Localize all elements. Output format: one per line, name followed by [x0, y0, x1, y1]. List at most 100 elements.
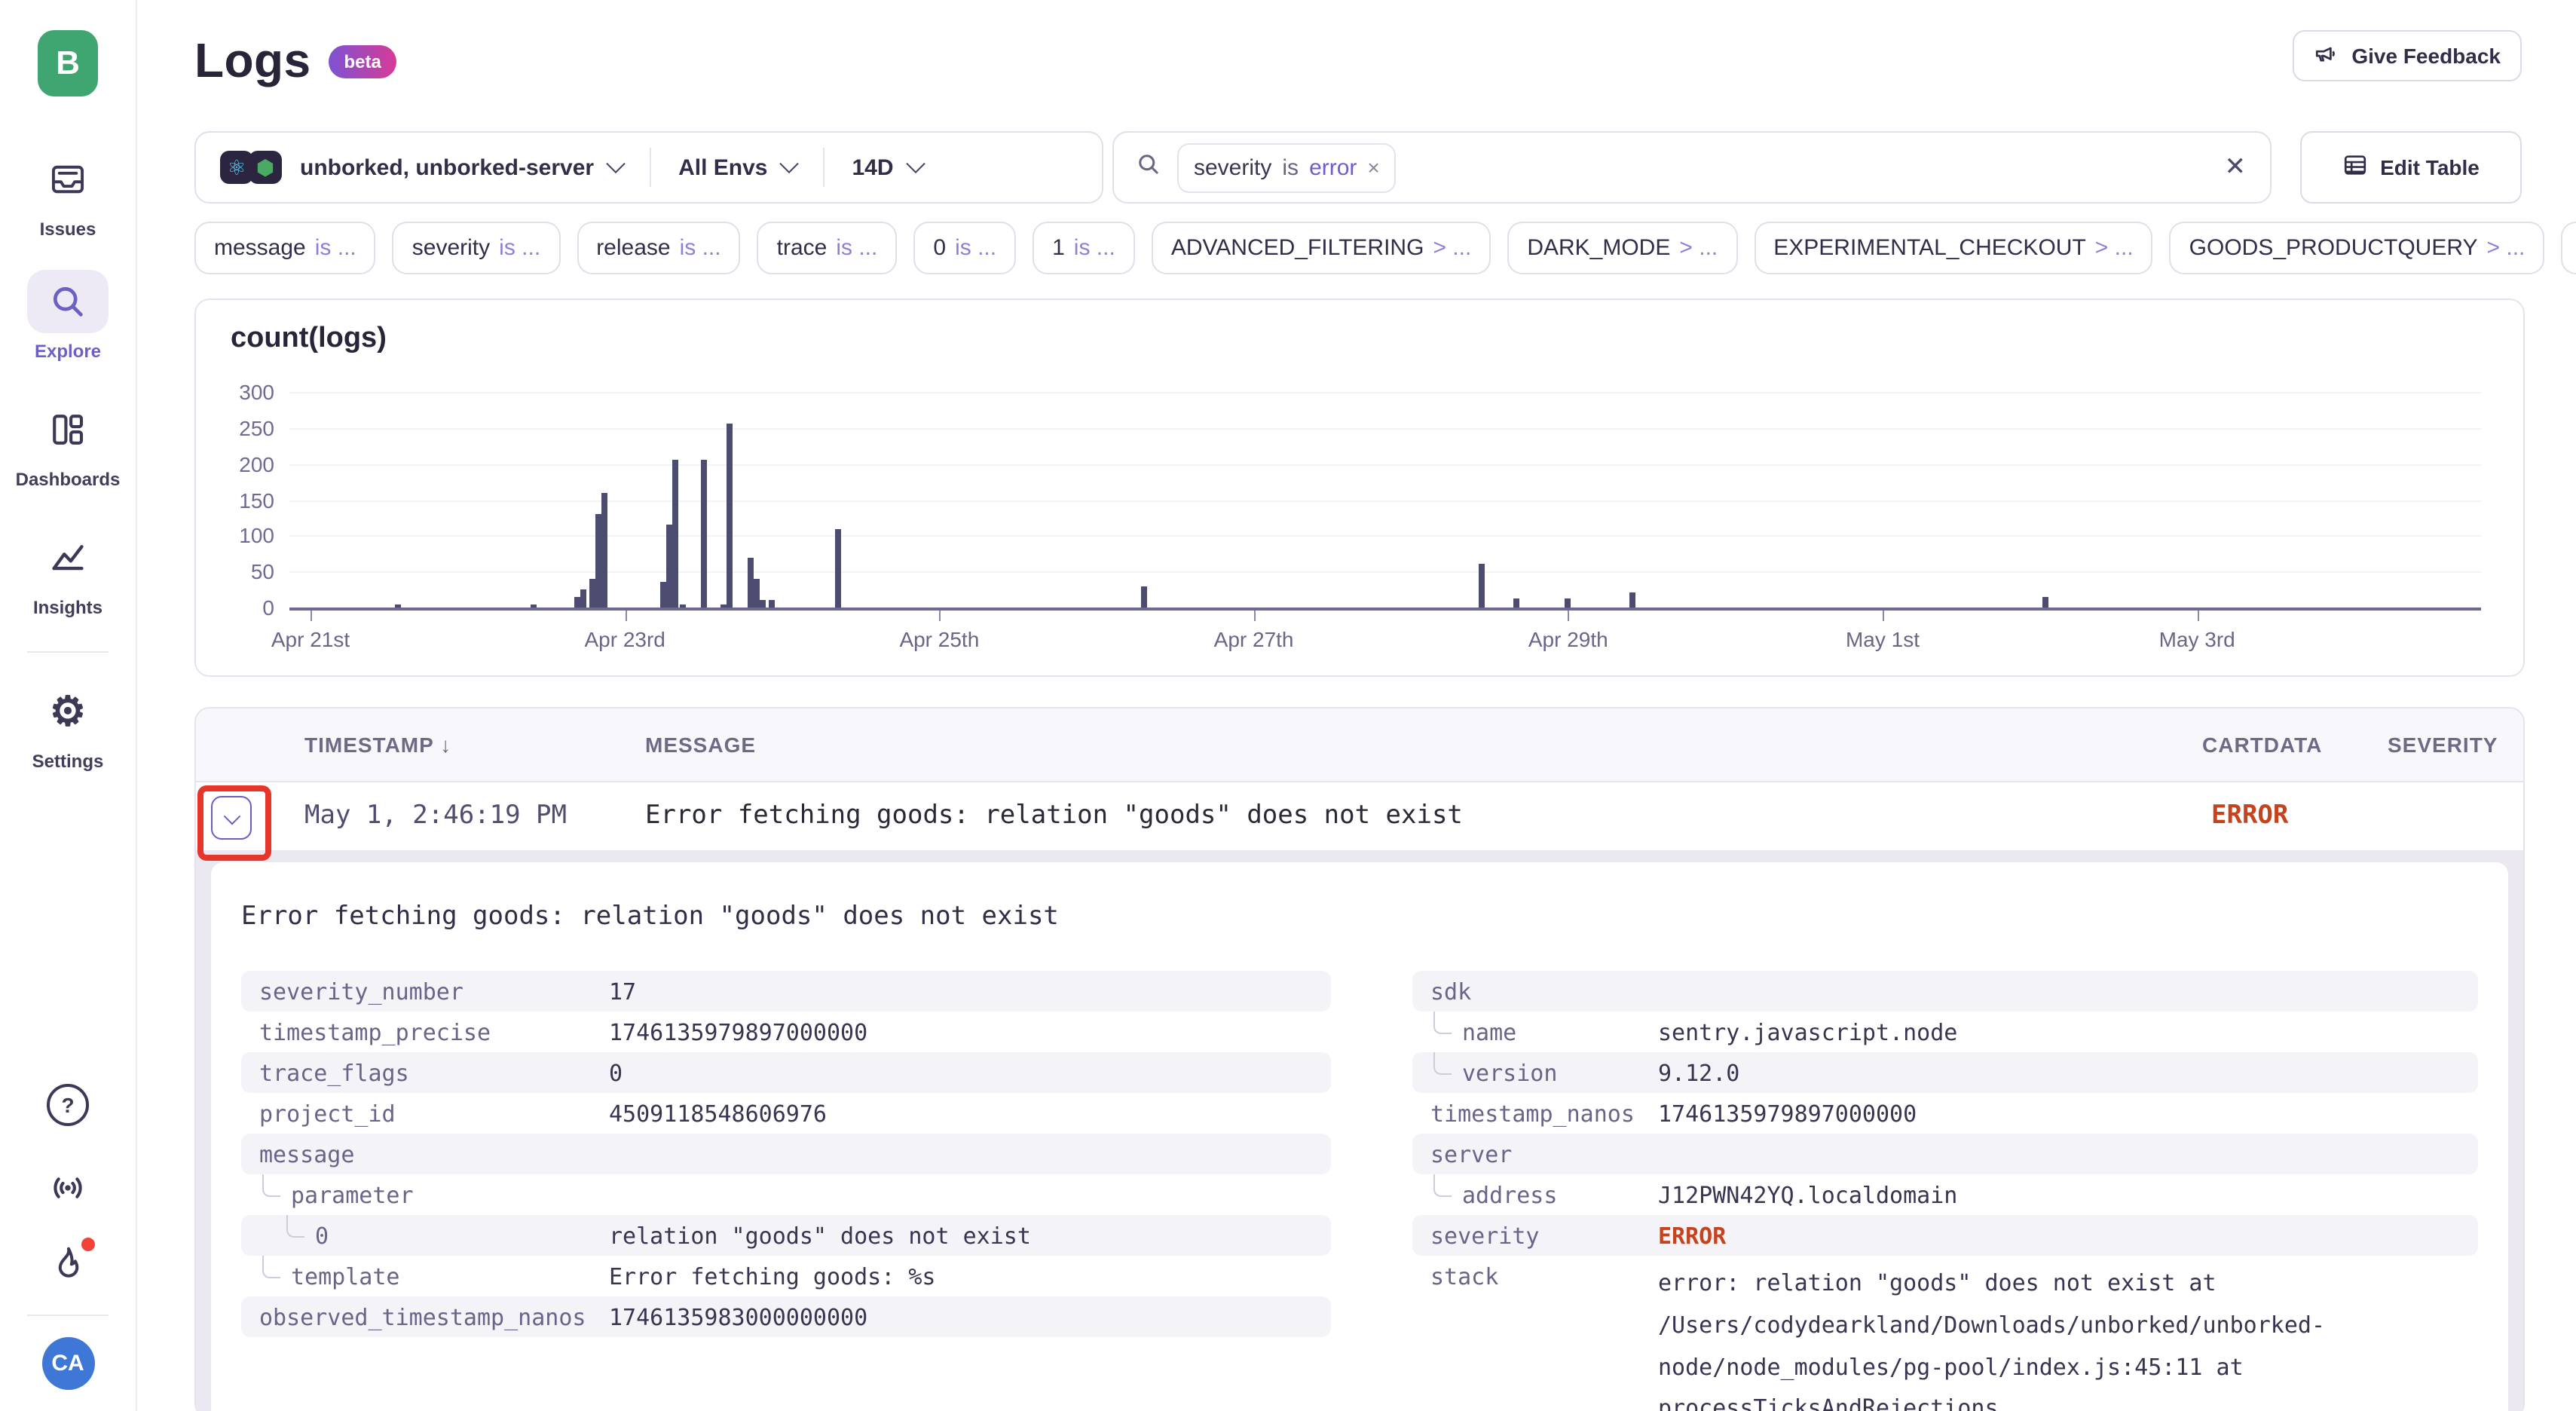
sidebar-item-issues[interactable]: Issues: [27, 148, 109, 240]
filter-chip[interactable]: ADVANCED_FILTERING> ...: [1152, 222, 1491, 274]
field-row-parameter: parameter: [241, 1174, 1331, 1215]
give-feedback-button[interactable]: Give Feedback: [2293, 30, 2522, 81]
y-axis-label: 0: [208, 595, 274, 620]
y-axis-label: 300: [208, 380, 274, 404]
column-header-cartdata[interactable]: CARTDATA: [2202, 733, 2322, 757]
sidebar-item-label: Dashboards: [16, 469, 121, 490]
log-count-bar[interactable]: [595, 514, 601, 608]
log-count-bar[interactable]: [581, 589, 587, 608]
flame-icon: [47, 1244, 88, 1284]
filter-chip[interactable]: EXPERIMENTAL_CHECKOUT> ...: [1754, 222, 2152, 274]
x-axis-tick: [939, 611, 941, 621]
log-count-bar[interactable]: [768, 600, 774, 608]
beta-badge: beta: [329, 44, 396, 78]
field-value: 1746135979897000000: [609, 1018, 867, 1045]
x-axis-label: May 3rd: [2114, 627, 2280, 651]
log-count-bar[interactable]: [1479, 565, 1485, 608]
search-input[interactable]: severity is error × ✕: [1112, 131, 2272, 204]
clear-search-icon[interactable]: ✕: [2225, 152, 2247, 182]
y-axis-label: 200: [208, 451, 274, 476]
sidebar: B Issues Explore: [0, 0, 137, 1411]
react-platform-icon: ⚛: [220, 151, 253, 184]
filter-chip[interactable]: 1is ...: [1033, 222, 1135, 274]
environment-selector[interactable]: All Envs: [678, 155, 767, 180]
column-header-message[interactable]: MESSAGE: [645, 733, 756, 757]
field-key: stack: [1430, 1263, 1498, 1290]
log-count-bar[interactable]: [2043, 597, 2049, 608]
sidebar-item-settings[interactable]: ⚙ Settings: [27, 680, 109, 772]
search-filter-token[interactable]: severity is error ×: [1177, 142, 1397, 192]
tree-connector-icon: [1433, 1174, 1452, 1197]
tree-connector-icon: [262, 1256, 280, 1278]
log-count-bar[interactable]: [396, 604, 402, 608]
log-count-bar[interactable]: [721, 604, 727, 608]
column-header-timestamp[interactable]: TIMESTAMP ↓: [304, 733, 451, 757]
field-key: server: [1430, 1140, 1512, 1168]
filter-chip[interactable]: releaseis ...: [577, 222, 740, 274]
trend-chart-icon: [27, 526, 109, 589]
field-key: severity: [1430, 1222, 1540, 1249]
log-detail-card: Error fetching goods: relation "goods" d…: [211, 862, 2508, 1411]
filter-chip[interactable]: severityis ...: [393, 222, 560, 274]
log-count-bar[interactable]: [666, 525, 672, 608]
filter-chip[interactable]: DARK_MODE> ...: [1507, 222, 1737, 274]
edit-table-button[interactable]: Edit Table: [2300, 131, 2522, 204]
dashboard-grid-icon: [27, 398, 109, 461]
field-value: 17: [609, 978, 636, 1005]
log-count-bar[interactable]: [754, 579, 760, 608]
tree-connector-icon: [262, 1174, 280, 1197]
field-key: timestamp_nanos: [1430, 1100, 1635, 1127]
user-avatar[interactable]: CA: [41, 1337, 94, 1390]
x-axis-tick: [311, 611, 312, 621]
remove-token-icon[interactable]: ×: [1367, 155, 1379, 179]
logs-table: TIMESTAMP ↓ MESSAGE CARTDATA SEVERITY Ma…: [194, 707, 2525, 1411]
help-button[interactable]: ?: [47, 1084, 89, 1126]
table-icon: [2342, 152, 2368, 182]
detail-fields-right: sdknamesentry.javascript.nodeversion9.12…: [1412, 971, 2478, 1411]
filter-chip[interactable]: GOODS_PRODUCTQUERY> ...: [2170, 222, 2545, 274]
expand-row-button[interactable]: [211, 796, 252, 840]
sidebar-item-explore[interactable]: Explore: [27, 270, 109, 362]
log-count-bar[interactable]: [680, 604, 686, 608]
y-axis-label: 50: [208, 559, 274, 583]
log-count-bar[interactable]: [659, 583, 665, 608]
see-full-list-button[interactable]: See full list: [2561, 222, 2576, 274]
log-count-bar[interactable]: [1513, 599, 1519, 608]
whats-new-button[interactable]: [47, 1244, 88, 1284]
broadcast-button[interactable]: [47, 1168, 89, 1207]
project-selector[interactable]: unborked, unborked-server: [300, 155, 594, 180]
log-count-bar[interactable]: [601, 492, 607, 608]
sidebar-item-dashboards[interactable]: Dashboards: [16, 398, 121, 490]
log-count-bar[interactable]: [836, 528, 842, 608]
filter-chip[interactable]: 0is ...: [913, 222, 1016, 274]
log-count-bar[interactable]: [575, 597, 581, 608]
log-count-bar[interactable]: [672, 461, 678, 608]
filter-chip[interactable]: traceis ...: [757, 222, 898, 274]
saved-filter-chips: messageis ... severityis ... releaseis ...…: [194, 222, 2576, 271]
log-count-bar[interactable]: [701, 461, 707, 608]
sort-desc-icon: ↓: [440, 733, 451, 757]
log-count-bar[interactable]: [589, 579, 595, 608]
log-count-bar[interactable]: [760, 600, 766, 608]
filter-chip[interactable]: messageis ...: [194, 222, 376, 274]
log-count-bar[interactable]: [748, 557, 754, 608]
field-key: sdk: [1430, 978, 1471, 1005]
log-count-bar[interactable]: [1629, 593, 1635, 608]
page-filter-bar: ⚛ ⬢ unborked, unborked-server All Envs 1…: [194, 131, 1103, 204]
x-axis-tick: [2197, 611, 2198, 621]
chart-plot[interactable]: 050100150200250300Apr 21stApr 23rdApr 25…: [196, 300, 2523, 675]
log-count-bar[interactable]: [1141, 586, 1147, 608]
sidebar-item-insights[interactable]: Insights: [27, 526, 109, 618]
field-row-severity_number: severity_number17: [241, 971, 1331, 1012]
sidebar-item-label: Settings: [32, 751, 104, 772]
log-table-row[interactable]: May 1, 2:46:19 PM Error fetching goods: …: [196, 782, 2523, 853]
column-header-severity[interactable]: SEVERITY: [2388, 733, 2498, 757]
gridline: [289, 428, 2481, 430]
log-count-bar[interactable]: [531, 604, 537, 608]
field-row-address: addressJ12PWN42YQ.localdomain: [1412, 1174, 2478, 1215]
log-count-bar[interactable]: [727, 424, 733, 608]
log-count-bar[interactable]: [1565, 599, 1571, 608]
org-logo[interactable]: B: [38, 30, 98, 96]
chevron-down-icon: [606, 154, 625, 173]
date-range-selector[interactable]: 14D: [852, 155, 893, 180]
